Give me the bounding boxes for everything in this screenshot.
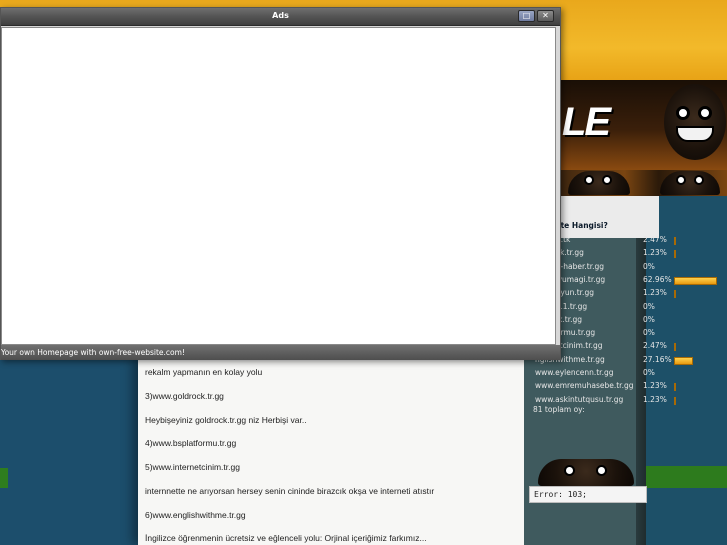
content-line: İngilizce öğrenmenin ücretsiz ve eğlence… (145, 533, 427, 543)
small-monster-image-right (660, 171, 720, 195)
popup-status-link[interactable]: Your own Homepage with own-free-website.… (1, 345, 560, 360)
poll-option-percent: 1.23% (643, 248, 667, 258)
poll-option-name: www.askintutqusu.tr.gg (535, 394, 624, 404)
small-monster-image (568, 171, 630, 195)
popup-title: Ads (272, 11, 289, 20)
content-link[interactable]: 5)www.internetcinim.tr.gg (145, 462, 240, 472)
poll-option-percent: 0% (643, 301, 655, 311)
poll-row: ilgininyumagi.tr.gg 62.96% (535, 275, 725, 288)
ads-popup-window: Ads □ ✕ Your own Homepage with own-free-… (0, 7, 561, 360)
content-link[interactable]: 3)www.goldrock.tr.gg (145, 391, 224, 401)
green-stripe-left (0, 468, 8, 488)
poll-option-percent: 0% (643, 314, 655, 324)
poll-option-percent: 0% (643, 368, 655, 377)
poll-header-box (556, 196, 659, 238)
poll-option-percent: 1.23% (643, 394, 667, 404)
poll-row: endaloyun.tr.gg 1.23% (535, 288, 725, 301)
poll-option-bar (674, 383, 676, 392)
poll-option-bar (674, 396, 676, 405)
content-line: rekalm yapmanın en kolay yolu (145, 367, 263, 377)
poll-option-bar (674, 290, 676, 299)
poll-option-percent: 0% (643, 328, 655, 338)
poll-total: 81 toplam oy: (533, 405, 585, 414)
poll-option-bar (674, 250, 676, 259)
site-logo: LE (562, 100, 611, 144)
poll-option-percent: 62.96% (643, 274, 672, 284)
poll-row: otakolik.tr.gg1.23% (535, 248, 725, 261)
popup-titlebar[interactable]: Ads □ ✕ (1, 8, 560, 26)
left-sidebar (0, 360, 138, 545)
poll-option-name: www.emremuhasebe.tr.gg (535, 381, 634, 391)
poll-row: iltekno-haber.tr.gg 0% (535, 262, 725, 275)
poll-title: ite Hangisi? (558, 221, 608, 230)
error-message: Error: 103; (529, 486, 647, 503)
bottom-monster-image (538, 459, 634, 486)
poll-option-bar (674, 276, 717, 285)
content-link[interactable]: 6)www.englishwithme.tr.gg (145, 510, 246, 520)
poll-option-percent: 27.16% (643, 354, 672, 364)
poll-option-percent: 1.23% (643, 288, 667, 298)
poll-row: eklam11.tr.gg 0% (535, 302, 725, 315)
poll-option-percent: 1.23% (643, 381, 667, 391)
monster-mascot-image (664, 84, 726, 160)
content-line: Heybişeyiniz goldrock.tr.gg niz Herbişi … (145, 415, 307, 425)
popup-content-area (1, 27, 556, 345)
content-link[interactable]: 4)www.bsplatformu.tr.gg (145, 438, 236, 448)
poll-row: oldrock.tr.gg0% (535, 315, 725, 328)
poll-row: nglishwithme.tr.gg 27.16% (535, 355, 725, 368)
main-content: rekalm yapmanın en kolay yolu 3)www.gold… (138, 358, 524, 545)
poll-row: splatformu.tr.gg 0% (535, 328, 725, 341)
poll-option-percent: 0% (643, 261, 655, 271)
poll-row: www.emremuhasebe.tr.gg 1.23% (535, 381, 725, 394)
content-line: internnette ne arıyorsan hersey senin ci… (145, 486, 435, 496)
poll-row: adubul.tk2.47% (535, 235, 725, 248)
green-stripe-right (646, 466, 727, 488)
close-button[interactable]: ✕ (537, 10, 554, 22)
poll-option-bar (674, 237, 676, 245)
poll-option-bar (674, 356, 693, 365)
poll-option-bar (674, 343, 676, 352)
poll-option-percent: 2.47% (643, 341, 667, 351)
maximize-button[interactable]: □ (518, 10, 535, 22)
poll-option-percent: 2.47% (643, 235, 667, 244)
poll-row: nternetcinim.tr.gg 2.47% (535, 341, 725, 354)
poll-row: www.eylencenn.tr.gg 0% (535, 368, 725, 381)
poll-option-name: www.eylencenn.tr.gg (535, 368, 614, 377)
